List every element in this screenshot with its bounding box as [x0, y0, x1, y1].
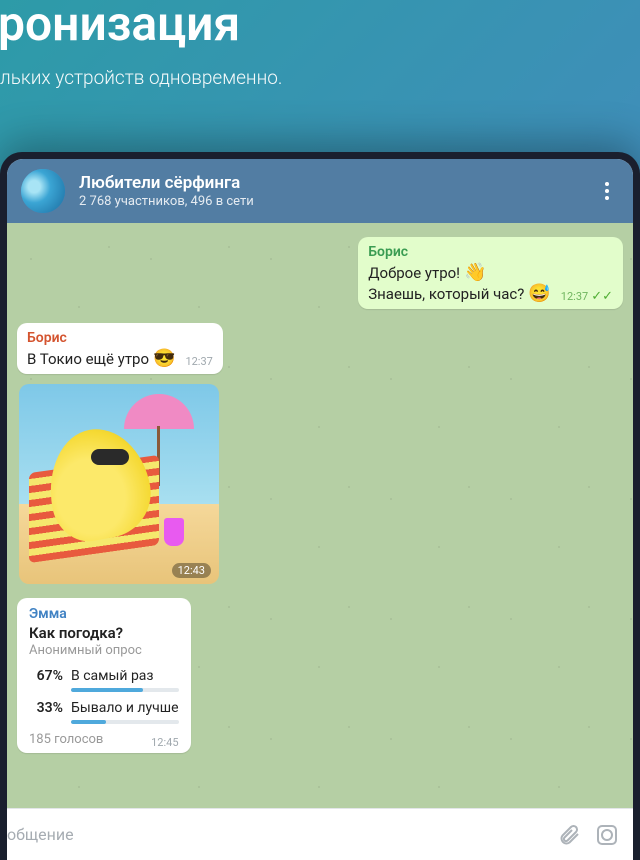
sticker-icon[interactable] — [595, 823, 619, 847]
message-text: Знаешь, который час? — [368, 285, 524, 303]
message-text: В Токио ещё утро — [27, 350, 149, 368]
poll-message[interactable]: Эмма Как погодка? Анонимный опрос 67% В … — [17, 598, 623, 753]
banana-beach-sticker — [19, 384, 219, 584]
sender-name: Борис — [368, 244, 613, 260]
chat-title: Любители сёрфинга — [79, 173, 595, 193]
poll-type: Анонимный опрос — [29, 643, 179, 658]
message-text: Доброе утро! — [368, 264, 460, 282]
poll-option[interactable]: 67% В самый раз — [29, 668, 179, 692]
messages-area[interactable]: Борис Доброе утро! 👋 Знаешь, который час… — [7, 223, 633, 808]
device-frame: Любители сёрфинга 2 768 участников, 496 … — [0, 152, 640, 860]
wave-emoji: 👋 — [464, 262, 486, 283]
group-avatar[interactable] — [21, 169, 65, 213]
sender-name: Борис — [27, 330, 213, 346]
message-input[interactable] — [7, 825, 543, 844]
chat-window: Любители сёрфинга 2 768 участников, 496 … — [7, 159, 633, 860]
poll-option[interactable]: 33% Бывало и лучше — [29, 700, 179, 724]
outgoing-message[interactable]: Борис Доброе утро! 👋 Знаешь, который час… — [17, 237, 623, 309]
header-text: Любители сёрфинга 2 768 участников, 496 … — [79, 173, 595, 209]
poll-bar-fill — [71, 688, 143, 692]
message-time: 12:37 — [561, 290, 588, 303]
hero-subtitle: льких устройств одновременно. — [0, 66, 640, 89]
message-input-bar — [7, 808, 633, 860]
hero-banner: ронизация льких устройств одновременно. — [0, 0, 640, 109]
sweat-smile-emoji: 😅 — [528, 283, 550, 304]
message-time: 12:37 — [185, 355, 212, 368]
poll-bar-fill — [71, 720, 106, 724]
poll-option-label: В самый раз — [71, 668, 154, 684]
read-checks-icon: ✓✓ — [591, 289, 613, 304]
poll-option-label: Бывало и лучше — [71, 700, 179, 716]
chat-header[interactable]: Любители сёрфинга 2 768 участников, 496 … — [7, 159, 633, 223]
poll-question: Как погодка? — [29, 624, 179, 642]
message-time: 12:43 — [172, 563, 211, 578]
more-menu-icon[interactable] — [595, 182, 619, 200]
attach-icon[interactable] — [557, 823, 581, 847]
hero-title: ронизация — [0, 0, 640, 48]
chat-subtitle: 2 768 участников, 496 в сети — [79, 194, 595, 209]
sunglasses-emoji: 😎 — [153, 348, 175, 369]
poll-percent: 67% — [29, 668, 63, 684]
sticker-message[interactable]: 12:43 — [19, 384, 219, 584]
sender-name: Эмма — [29, 606, 179, 622]
message-time: 12:45 — [151, 736, 178, 749]
poll-votes-count: 185 голосов — [29, 732, 103, 747]
poll-percent: 33% — [29, 700, 63, 716]
incoming-message[interactable]: Борис В Токио ещё утро 😎 12:37 — [17, 323, 623, 374]
